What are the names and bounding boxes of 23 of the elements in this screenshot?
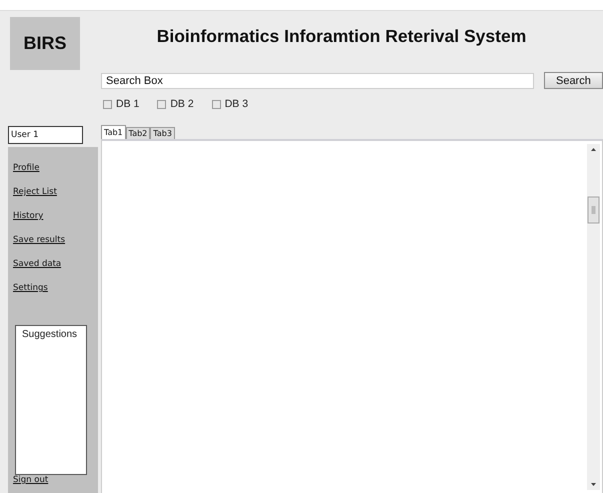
sidebar-link[interactable]: Profile (13, 163, 40, 175)
logo: BIRS (10, 17, 80, 70)
tab[interactable]: Tab3 (150, 127, 175, 139)
sidebar-link[interactable]: Settings (13, 283, 48, 295)
suggestions-box[interactable]: Suggestions (15, 325, 87, 475)
tab[interactable]: Tab1 (101, 125, 126, 139)
scrollbar[interactable] (587, 144, 600, 490)
tab[interactable]: Tab2 (126, 127, 150, 139)
checkbox[interactable] (212, 100, 221, 108)
sidebar-link[interactable]: History (13, 211, 44, 223)
search-field[interactable]: Search Box (101, 72, 534, 88)
sign-out-link[interactable]: Sign out (13, 475, 48, 487)
checkbox-label: DB 2 (170, 98, 194, 110)
checkbox[interactable] (103, 100, 112, 108)
sidebar-link[interactable]: Reject List (13, 187, 57, 199)
checkbox-label: DB 1 (116, 98, 140, 110)
user-field[interactable]: User 1 (8, 126, 83, 144)
sidebar-link[interactable]: Saved data (13, 259, 62, 271)
sidebar-link[interactable]: Save results (13, 235, 66, 247)
checkbox-label: DB 3 (224, 98, 248, 110)
page-title: Bioinformatics Inforamtion Reterival System (156, 25, 528, 48)
search-button[interactable]: Search (544, 72, 603, 89)
checkbox[interactable] (157, 100, 166, 108)
